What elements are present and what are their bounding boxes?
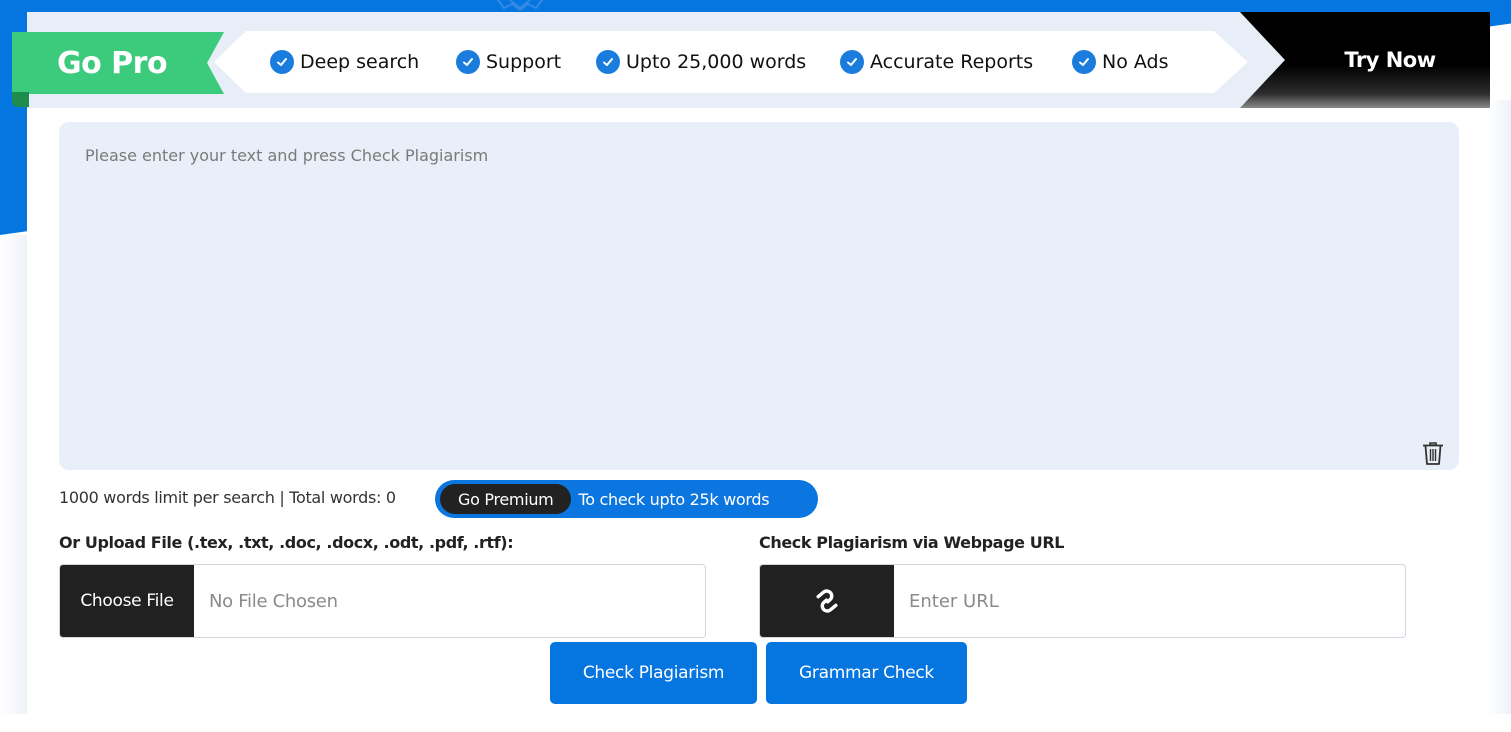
check-circle-icon — [840, 50, 864, 74]
check-circle-icon — [1072, 50, 1096, 74]
url-field-wrapper — [894, 565, 1405, 637]
text-editor — [59, 122, 1459, 470]
go-premium-pill[interactable]: Go Premium To check upto 25k words — [435, 480, 818, 518]
feature-label: Upto 25,000 words — [626, 51, 807, 73]
url-input-group — [759, 564, 1406, 638]
ribbon-fold — [12, 92, 29, 107]
check-circle-icon — [270, 50, 294, 74]
feature-label: No Ads — [1102, 51, 1169, 73]
feature-support: Support — [456, 31, 561, 93]
premium-description: To check upto 25k words — [578, 489, 770, 509]
feature-accurate-reports: Accurate Reports — [840, 31, 1033, 93]
feature-word-limit: Upto 25,000 words — [596, 31, 806, 93]
check-circle-icon — [596, 50, 620, 74]
upload-label: Or Upload File (.tex, .txt, .doc, .docx,… — [59, 533, 514, 552]
grammar-check-button[interactable]: Grammar Check — [766, 642, 967, 704]
feature-label: Deep search — [300, 51, 420, 73]
go-premium-button[interactable]: Go Premium — [440, 484, 572, 514]
file-upload-group: Choose File No File Chosen — [59, 564, 706, 638]
check-plagiarism-button[interactable]: Check Plagiarism — [550, 642, 757, 704]
link-button[interactable] — [760, 565, 894, 637]
right-shadow — [1489, 100, 1511, 714]
trash-icon[interactable] — [1421, 440, 1445, 466]
go-pro-badge[interactable]: Go Pro — [12, 32, 224, 94]
url-label: Check Plagiarism via Webpage URL — [759, 533, 1065, 552]
feature-no-ads: No Ads — [1072, 31, 1169, 93]
feature-label: Support — [486, 51, 562, 73]
check-circle-icon — [456, 50, 480, 74]
file-status: No File Chosen — [209, 590, 338, 612]
word-count-info: 1000 words limit per search | Total word… — [59, 488, 396, 507]
feature-label: Accurate Reports — [870, 51, 1034, 73]
text-input[interactable] — [59, 122, 1459, 470]
link-icon — [816, 589, 838, 613]
features-bar: Deep search Support Upto 25,000 words Ac… — [214, 31, 1248, 93]
url-input[interactable] — [909, 590, 1405, 612]
choose-file-button[interactable]: Choose File — [60, 565, 194, 637]
feature-deep-search: Deep search — [270, 31, 419, 93]
left-shadow — [0, 235, 27, 714]
